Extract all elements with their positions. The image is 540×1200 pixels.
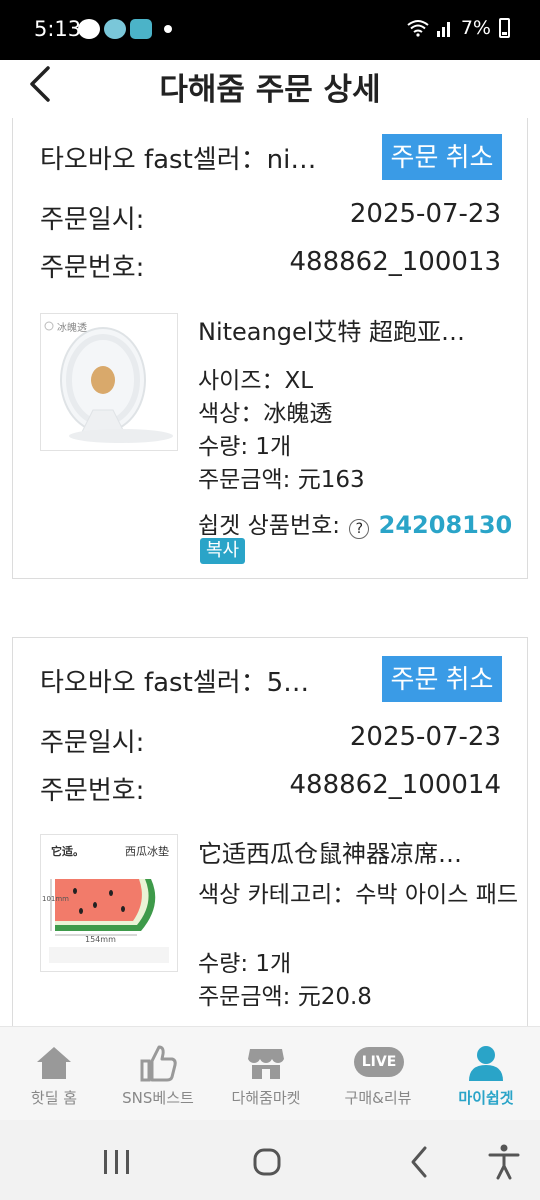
nav-label: SNS베스트 [122,1089,194,1107]
notification-icons [78,19,172,39]
order-number: 488862_100014 [289,770,501,800]
watermelon-pad-image [49,879,169,963]
product-name[interactable]: 它适西瓜仓鼠神器凉席… [198,834,503,869]
seller-name: 타오바오 fast셀러：5… [40,668,310,698]
nav-item-market[interactable]: 다해줌마켓 [212,1027,320,1121]
order-card: 타오바오 fast셀러：5… 주문 취소 주문일시: 2025-07-23 주문… [12,637,528,1026]
status-bar: 5:13 7% [0,0,540,60]
nav-label: 구매&리뷰 [344,1089,412,1107]
order-list[interactable]: 타오바오 fast셀러：ni… 주문 취소 주문일시: 2025-07-23 주… [0,118,540,1026]
accessibility-icon[interactable] [484,1142,524,1182]
back-nav-icon[interactable] [400,1142,440,1182]
product-amount: 주문금액: 元20.8 [198,984,372,1010]
battery-percent: 7% [460,17,491,39]
battery-icon [499,18,510,38]
app-notification-icon [104,19,126,39]
live-icon: LIVE [354,1047,404,1077]
product-category: 색상 카테고리：수박 아이스 패드 [198,882,519,908]
home-button-icon[interactable] [247,1142,287,1182]
product-amount: 주문금액: 元163 [198,467,365,493]
order-date-label: 주문일시: [40,205,145,235]
order-number-label: 주문번호: [40,253,145,283]
package-icon [130,19,152,39]
store-icon [248,1049,284,1079]
nav-item-home[interactable]: 핫딜 홈 [0,1027,108,1121]
product-thumbnail[interactable]: 它适。 西瓜冰垫 154mm 101mm [40,834,178,972]
product-thumbnail[interactable]: 冰魄透 [40,313,178,451]
status-time: 5:13 [34,17,82,41]
product-name[interactable]: Niteangel艾特 超跑亚… [198,312,503,347]
app-header: 다해줌 주문 상세 [0,60,540,118]
product-code-row: 쉽겟 상품번호: ? 24208130 [198,506,512,540]
nav-item-my-shipget[interactable]: 마이쉽겟 [432,1027,540,1121]
help-icon[interactable]: ? [349,519,370,539]
product-code-label: 쉽겟 상품번호: [198,513,341,539]
recent-apps-icon[interactable] [96,1142,136,1182]
signal-icon [436,22,450,37]
thumbnail-width: 154mm [85,935,116,944]
cancel-order-button[interactable]: 주문 취소 [382,134,502,180]
order-number: 488862_100013 [289,247,501,277]
nav-label: 핫딜 홈 [30,1089,78,1107]
nav-item-purchase-review[interactable]: LIVE 구매&리뷰 [324,1027,432,1121]
home-icon [37,1047,71,1079]
status-right: 7% [407,17,510,39]
thumbs-up-icon [140,1045,177,1082]
hamster-wheel-image [44,321,173,443]
thumbnail-height: 101mm [42,895,69,903]
product-size: 사이즈：XL [198,368,314,394]
nav-label: 마이쉽겟 [458,1089,514,1107]
order-card: 타오바오 fast셀러：ni… 주문 취소 주문일시: 2025-07-23 주… [12,118,528,579]
seller-name: 타오바오 fast셀러：ni… [40,145,317,175]
product-color: 색상：冰魄透 [198,401,333,427]
nav-label: 다해줌마켓 [231,1089,301,1107]
order-date-label: 주문일시: [40,728,145,758]
order-number-label: 주문번호: [40,776,145,806]
bottom-navigation: 핫딜 홈 SNS베스트 다해줌마켓 LIVE 구매&리뷰 마이쉽겟 [0,1026,540,1120]
page-title: 다해줌 주문 상세 [159,72,381,108]
order-date: 2025-07-23 [349,199,501,229]
product-quantity: 수량: 1개 [198,434,292,460]
product-quantity: 수량: 1개 [198,951,292,977]
copy-button[interactable]: 복사 [200,538,246,564]
order-date: 2025-07-23 [349,722,501,752]
nav-item-sns-best[interactable]: SNS베스트 [104,1027,212,1121]
cancel-order-button[interactable]: 주문 취소 [382,656,502,702]
talk-icon [78,19,100,39]
thumbnail-caption: 冰魄透 [57,323,87,334]
live-text: LIVE [361,1054,397,1070]
system-navigation-bar [0,1120,540,1200]
person-icon [469,1046,503,1081]
wifi-icon [407,20,429,37]
dot-icon [164,25,172,33]
product-code: 24208130 [378,511,513,539]
